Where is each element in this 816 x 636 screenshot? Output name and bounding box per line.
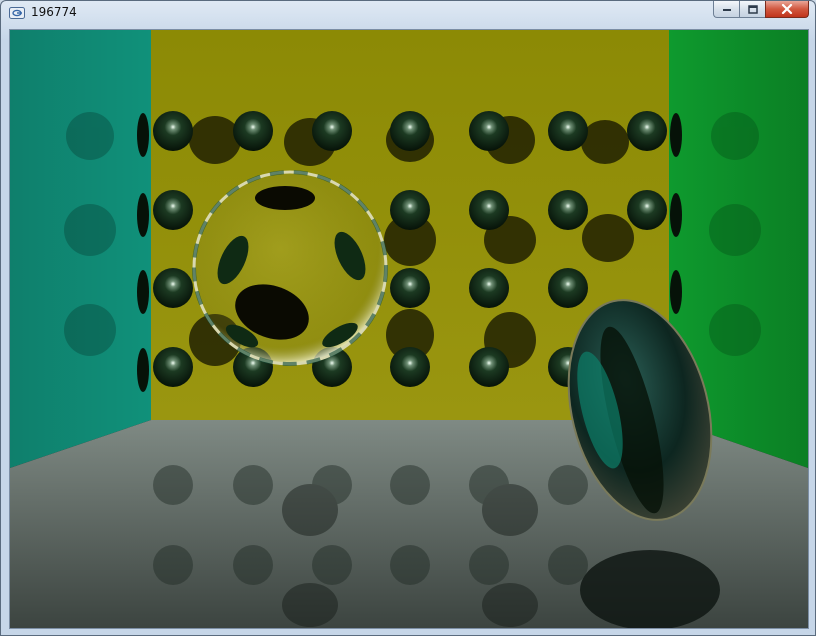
title-bar[interactable]: 196774 — [1, 1, 815, 27]
close-icon — [781, 4, 793, 14]
app-window-icon — [9, 7, 25, 19]
application-window: 196774 — [0, 0, 816, 636]
minimize-button[interactable] — [713, 1, 739, 18]
close-button[interactable] — [765, 1, 809, 18]
maximize-icon — [747, 4, 758, 14]
glass-sphere — [192, 170, 388, 366]
maximize-button[interactable] — [739, 1, 765, 18]
caption-buttons — [713, 1, 809, 19]
render-viewport[interactable] — [9, 29, 809, 629]
raytraced-scene — [10, 30, 808, 628]
minimize-icon — [722, 9, 731, 11]
window-title: 196774 — [31, 5, 77, 19]
ellipsoid-reflection — [580, 550, 720, 628]
